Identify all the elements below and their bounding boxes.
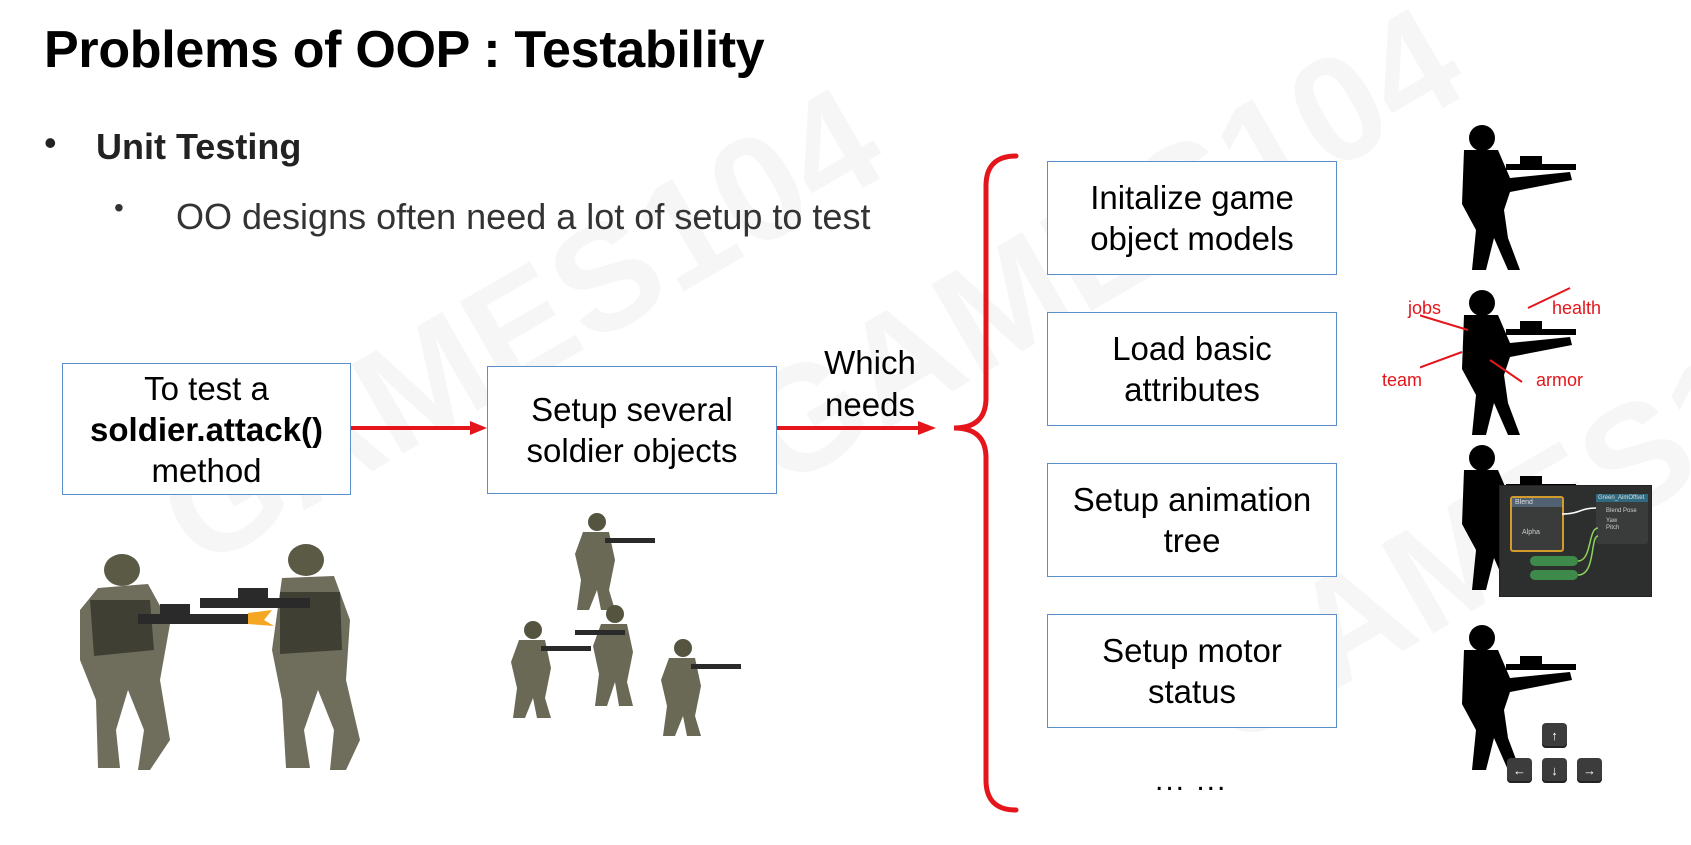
arrow-2: [777, 421, 936, 435]
step-box-4: Setup motor status: [1047, 614, 1337, 728]
step1-line2: object models: [1090, 220, 1294, 257]
label-jobs: jobs: [1408, 298, 1442, 318]
right-brace: [953, 153, 1019, 813]
arrow-key-right: →: [1577, 758, 1602, 783]
label-health: health: [1552, 298, 1602, 318]
soldier-left: [80, 554, 274, 770]
soldiers-duel-image: [80, 544, 360, 770]
step3-line1: Setup animation: [1072, 481, 1312, 518]
soldier-right: [200, 544, 360, 770]
soldier-small-4: [661, 639, 741, 736]
arrow-key-down: ↓: [1542, 758, 1567, 783]
label-armor: armor: [1536, 370, 1584, 390]
soldier-small-2: [511, 621, 591, 718]
arrow-key-left: ←: [1507, 758, 1532, 783]
soldier-silhouette-1: [1462, 125, 1576, 270]
step4-line1: Setup motor: [1102, 632, 1282, 669]
soldiers-group-image: [511, 513, 741, 736]
soldier-silhouettes: [1420, 125, 1576, 770]
animation-graph-thumbnail: Blend Alpha Green_AimOffset Blend Pose Y…: [1499, 485, 1652, 597]
arrow-1: [351, 421, 487, 435]
step-box-2: Load basic attributes: [1047, 312, 1337, 426]
step1-line1: Initalize game: [1090, 179, 1294, 216]
step-box-1: Initalize game object models: [1047, 161, 1337, 275]
anim-wires: [1561, 507, 1599, 576]
ellipsis: ... ...: [1155, 764, 1228, 797]
step2-line1: Load basic: [1112, 330, 1272, 367]
step-box-3: Setup animation tree: [1047, 463, 1337, 577]
step3-line2: tree: [1163, 522, 1221, 559]
arrow-keys: ↑ ← ↓ →: [1505, 723, 1605, 785]
step2-line2: attributes: [1124, 371, 1260, 408]
soldier-small-3: [575, 605, 633, 706]
step4-line2: status: [1147, 673, 1237, 710]
arrow-key-up: ↑: [1542, 723, 1567, 748]
label-team: team: [1382, 370, 1423, 390]
soldier-small-1: [575, 513, 655, 610]
